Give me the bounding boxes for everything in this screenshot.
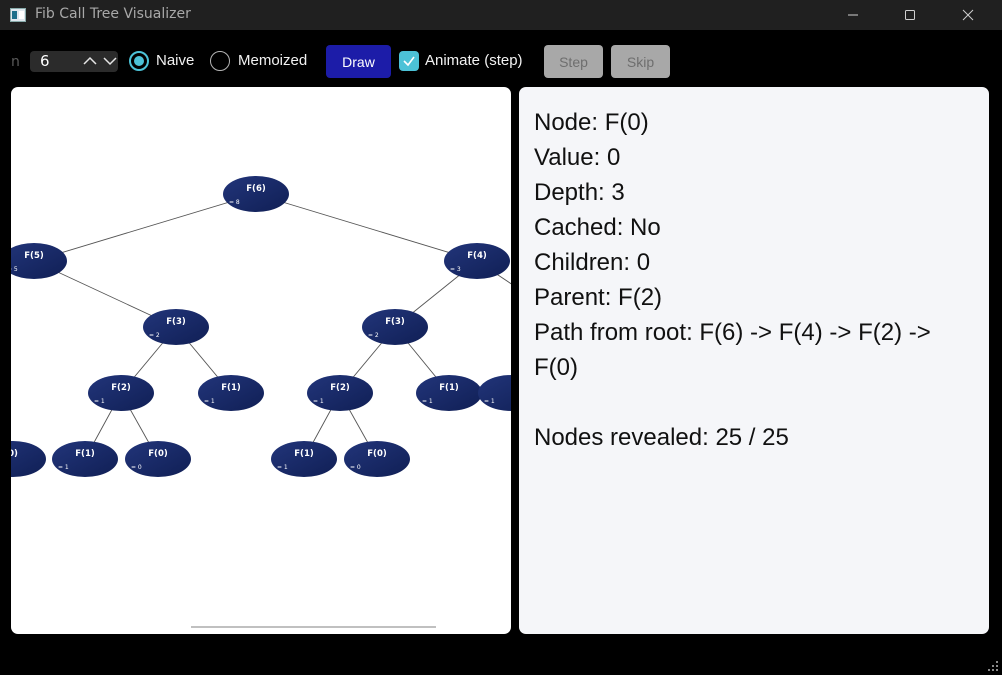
step-button[interactable]: Step [544,45,603,78]
node-label: F(1) [221,383,241,393]
node-label: F(1) [439,383,459,393]
info-cached: Cached: No [534,214,661,241]
draw-button[interactable]: Draw [326,45,391,78]
tree-node[interactable]: F(2) = 1 [307,375,373,411]
node-value: = 1 [422,398,433,405]
tree-node[interactable]: F(1) = 1 [271,441,337,477]
node-ellipse[interactable] [143,309,209,345]
checkmark-icon [403,56,415,67]
maximize-icon [905,10,915,20]
node-info-panel: Node: F(0) Value: 0 Depth: 3 Cached: No … [519,87,989,634]
node-label: 0) [11,449,18,459]
node-value: = 0 [350,464,361,471]
close-button[interactable] [945,0,991,30]
tree-node[interactable]: = 1 [478,375,511,411]
node-label: F(1) [75,449,95,459]
node-value: = 1 [58,464,69,471]
toolbar: n 6 Naive Memoized Draw Animate (step) S… [0,30,1002,86]
tree-edge [255,193,478,262]
node-ellipse[interactable] [271,441,337,477]
chevron-down-icon[interactable] [103,55,117,67]
tree-node[interactable]: F(5) = 5 [11,243,67,279]
skip-button[interactable]: Skip [611,45,670,78]
chevron-up-icon[interactable] [83,55,97,67]
node-label: F(3) [166,317,186,327]
info-path: Path from root: F(6) -> F(4) -> F(2) -> [534,319,931,346]
node-value: = 2 [149,332,160,339]
naive-radio[interactable] [129,51,149,71]
node-ellipse[interactable] [444,243,510,279]
window-title: Fib Call Tree Visualizer [35,6,191,22]
node-value: = 3 [450,266,461,273]
n-value[interactable]: 6 [40,52,50,70]
info-spacer [534,385,974,420]
tree-node[interactable]: F(3) = 2 [362,309,428,345]
node-value: = 1 [313,398,324,405]
tree-node[interactable]: 0) [11,441,46,477]
node-value: = 1 [484,398,495,405]
info-parent: Parent: F(2) [534,284,663,311]
tree-node[interactable]: F(4) = 3 [444,243,510,279]
node-ellipse[interactable] [52,441,118,477]
info-children: Children: 0 [534,249,651,276]
info-value: Value: 0 [534,144,621,171]
node-ellipse[interactable] [478,375,511,411]
node-label: F(2) [330,383,350,393]
memoized-radio[interactable] [210,51,230,71]
node-label: F(0) [148,449,168,459]
tree-node[interactable]: F(0) = 0 [125,441,191,477]
maximize-button[interactable] [887,0,933,30]
node-value: = 1 [94,398,105,405]
tree-canvas[interactable]: F(6) = 8 F(5) = 5 F(4) = 3 F(3) = 2 F(3) = 2 F(2) =… [11,87,511,634]
memoized-label[interactable]: Memoized [238,52,307,69]
tree-node[interactable]: F(3) = 2 [143,309,209,345]
node-label: F(5) [24,251,44,261]
node-ellipse[interactable] [11,441,46,477]
resize-grip-icon[interactable] [986,659,1000,673]
info-path-cont: F(0) [534,354,578,381]
node-ellipse[interactable] [362,309,428,345]
n-label: n [11,54,20,70]
node-value: = 5 [11,266,18,273]
node-value: = 1 [277,464,288,471]
tree-node[interactable]: F(0) = 0 [344,441,410,477]
node-ellipse[interactable] [125,441,191,477]
animate-checkbox[interactable] [399,51,419,71]
call-tree: F(6) = 8 F(5) = 5 F(4) = 3 F(3) = 2 F(3) = 2 F(2) =… [11,176,511,628]
node-ellipse[interactable] [344,441,410,477]
node-ellipse[interactable] [198,375,264,411]
node-value: = 8 [229,199,240,206]
nodes-revealed: Nodes revealed: 25 / 25 [534,424,789,451]
node-ellipse[interactable] [416,375,482,411]
node-ellipse[interactable] [223,176,289,212]
node-label: F(0) [367,449,387,459]
tree-node[interactable]: F(6) = 8 [223,176,289,212]
animate-label[interactable]: Animate (step) [425,52,523,69]
node-label: F(2) [111,383,131,393]
node-label: F(6) [246,184,266,194]
info-depth: Depth: 3 [534,179,625,206]
tree-node[interactable]: F(1) = 1 [198,375,264,411]
n-spinbox[interactable]: 6 [30,51,118,72]
tree-node[interactable]: F(2) = 1 [88,375,154,411]
node-value: = 1 [204,398,215,405]
minimize-button[interactable] [830,0,876,30]
node-value: = 2 [368,332,379,339]
node-label: F(3) [385,317,405,327]
node-ellipse[interactable] [88,375,154,411]
node-ellipse[interactable] [11,243,67,279]
minimize-icon [848,14,858,16]
info-node: Node: F(0) [534,109,649,136]
app-icon [10,7,26,22]
node-label: F(1) [294,449,314,459]
node-value: = 0 [131,464,142,471]
tree-edge [33,193,257,262]
tree-node[interactable]: F(1) = 1 [416,375,482,411]
close-icon [962,9,974,21]
node-ellipse[interactable] [307,375,373,411]
title-bar: Fib Call Tree Visualizer [0,0,1002,30]
tree-node[interactable]: F(1) = 1 [52,441,118,477]
naive-label[interactable]: Naive [156,52,194,69]
node-label: F(4) [467,251,487,261]
